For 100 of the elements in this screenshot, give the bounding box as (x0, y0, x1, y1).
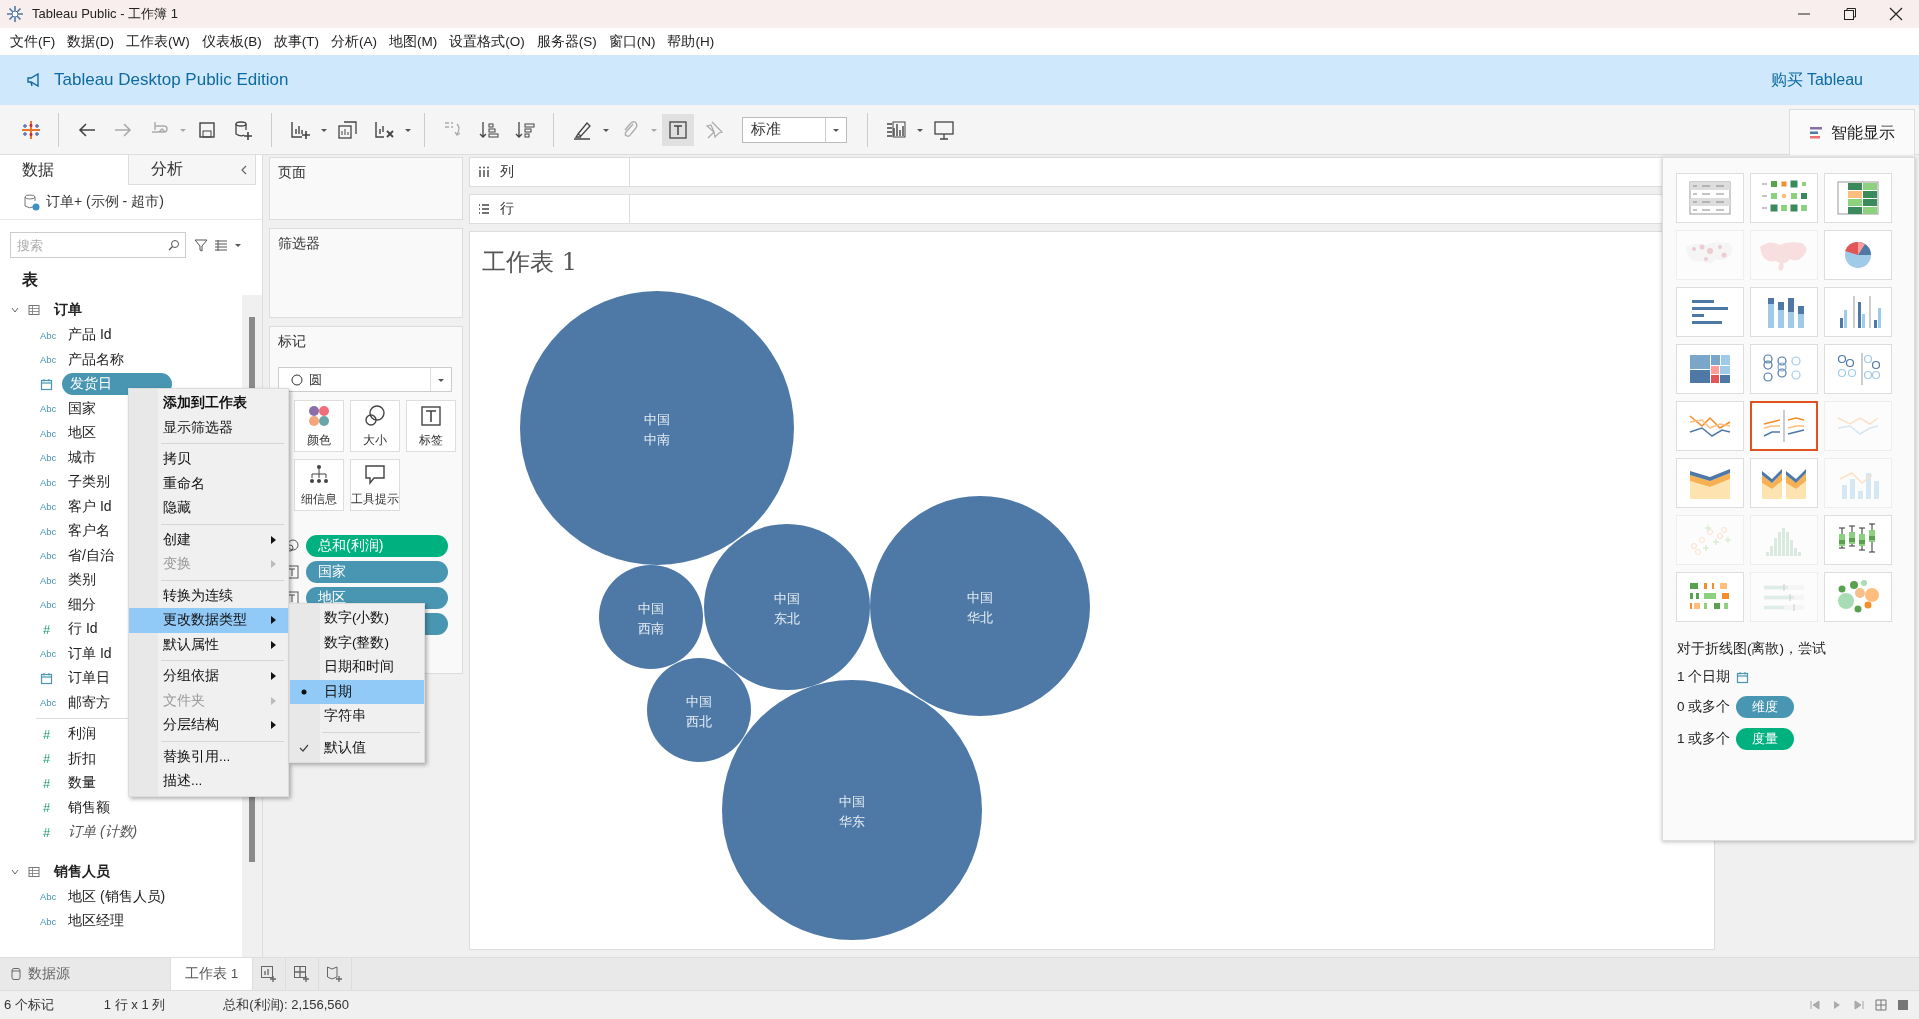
buy-link[interactable]: 购买 Tableau (1770, 69, 1899, 91)
filter-icon[interactable] (194, 238, 208, 252)
mark-property-button[interactable]: 大小 (350, 400, 400, 452)
chart-type-button[interactable] (1750, 401, 1818, 451)
menu-item[interactable]: 创建 (129, 527, 288, 552)
field-type-icon: # (43, 621, 51, 637)
sheet-tab[interactable]: 工作表 1 (171, 958, 254, 990)
pane-tab[interactable]: 分析 (128, 155, 256, 185)
menu-item[interactable]: 日期和时间 (290, 655, 424, 680)
field-item[interactable]: 销售额 (68, 798, 110, 817)
menu-item[interactable]: 字符串 (290, 704, 424, 729)
field-item[interactable]: 订单日 (68, 669, 110, 688)
menu-item[interactable]: 文件(F) (4, 32, 62, 51)
menu-item[interactable]: 默认值 (290, 735, 424, 760)
show-labels-button[interactable] (662, 113, 694, 146)
field-item[interactable]: 地区 (销售人员) (68, 887, 166, 906)
field-item[interactable]: 折扣 (68, 749, 96, 768)
menu-item[interactable]: 拷贝 (129, 447, 288, 472)
field-item[interactable]: 省/自治 (68, 546, 114, 565)
new-dashboard-icon[interactable] (293, 965, 312, 983)
grid-view-icon[interactable] (1875, 999, 1887, 1011)
mark-type-dropdown[interactable]: 圆 (278, 367, 452, 392)
submenu-arrow-icon (271, 616, 276, 624)
menu-item[interactable]: 服务器(S) (530, 32, 603, 51)
search-field[interactable]: 搜索 (10, 232, 186, 258)
filmstrip-icon[interactable] (1897, 999, 1909, 1011)
field-item[interactable]: 订单 Id (68, 644, 112, 663)
bubble[interactable] (647, 658, 751, 762)
menu-item[interactable]: 数字(整数) (290, 630, 424, 655)
field-item[interactable]: 类别 (68, 571, 96, 590)
restore-icon[interactable] (1843, 7, 1857, 21)
submenu-arrow-icon (271, 560, 276, 568)
field-item[interactable]: 利润 (68, 725, 96, 744)
bubble[interactable] (870, 496, 1090, 716)
menu-item[interactable]: 转换为连续 (129, 583, 288, 608)
table-name[interactable]: 销售人员 (54, 862, 110, 881)
fit-dropdown[interactable]: 标准 (742, 116, 847, 143)
field-item[interactable]: 产品 Id (68, 326, 112, 345)
field-type-icon: # (43, 824, 51, 840)
field-item[interactable]: 产品名称 (68, 350, 124, 369)
table-icon (28, 865, 40, 878)
shelf-title: 行 (500, 200, 514, 218)
new-worksheet-icon[interactable] (260, 965, 279, 983)
field-item[interactable]: 子类别 (68, 473, 110, 492)
menu-item[interactable]: 设置格式(O) (443, 32, 531, 51)
field-item[interactable]: 客户 Id (68, 497, 112, 516)
mark-property-button[interactable]: 细信息 (294, 459, 344, 511)
field-item[interactable]: 数量 (68, 774, 96, 793)
mark-property-button[interactable]: 颜色 (294, 400, 344, 452)
menu-item[interactable]: 描述... (129, 769, 288, 794)
menu-item[interactable]: 窗口(N) (602, 32, 662, 51)
menu-item[interactable]: 分层结构 (129, 713, 288, 738)
field-item[interactable]: 行 Id (68, 620, 98, 639)
show-me-tab[interactable]: 智能显示 (1789, 109, 1915, 156)
chevron-down-icon[interactable] (10, 305, 20, 315)
field-item[interactable]: 细分 (68, 595, 96, 614)
status-text: 总和(利润): 2,156,560 (223, 996, 349, 1014)
menu-item[interactable]: 默认属性 (129, 632, 288, 657)
list-view-icon[interactable] (214, 238, 228, 252)
card-title: 标记 (277, 332, 307, 351)
field-pill[interactable] (424, 613, 448, 635)
chart-bars-icon (1809, 126, 1823, 140)
mark-property-button[interactable]: 工具提示 (350, 459, 400, 511)
field-item[interactable]: 地区 (68, 424, 96, 443)
menu-item[interactable]: 显示筛选器 (129, 415, 288, 440)
bubble[interactable] (704, 524, 870, 690)
data-source-name[interactable]: 订单+ (示例 - 超市) (46, 193, 164, 211)
submenu-arrow-icon (271, 535, 276, 544)
field-type-icon: # (43, 800, 51, 816)
close-icon[interactable] (1889, 7, 1903, 21)
bubble[interactable] (722, 680, 982, 940)
menu-item[interactable]: 更改数据类型 (129, 608, 288, 633)
menu-item[interactable]: 帮助(H) (661, 32, 721, 51)
bubble[interactable] (520, 291, 794, 565)
menu-item[interactable]: 替换引用... (129, 744, 288, 769)
field-item[interactable]: 城市 (68, 448, 96, 467)
field-item[interactable]: 地区经理 (68, 912, 124, 931)
table-name[interactable]: 订单 (54, 301, 82, 319)
calendar-icon (40, 671, 53, 685)
menu-item[interactable]: 故事(T) (267, 32, 325, 51)
menu-item[interactable]: 地图(M) (383, 32, 444, 51)
menu-item[interactable]: 数字(小数) (290, 606, 424, 631)
menu-item[interactable]: 日期 (290, 679, 424, 704)
menu-item[interactable]: 分析(A) (325, 32, 383, 51)
field-item[interactable]: 订单 (计数) (68, 823, 138, 842)
field-item[interactable]: 国家 (68, 399, 96, 418)
field-item[interactable]: 邮寄方 (68, 693, 110, 712)
menu-item[interactable]: 隐藏 (129, 496, 288, 521)
collapse-icon[interactable] (239, 163, 249, 176)
menu-item[interactable]: 数据(D) (61, 32, 120, 51)
new-story-icon[interactable] (326, 965, 345, 983)
field-item[interactable]: 客户名 (68, 522, 110, 541)
menu-item[interactable]: 分组依据 (129, 664, 288, 689)
bubble[interactable] (599, 565, 703, 669)
bubble-label: 中国 西北 (686, 694, 712, 729)
mark-property-button[interactable]: 标签 (406, 400, 456, 452)
menu-item[interactable]: 工作表(W) (120, 32, 196, 51)
menu-item[interactable]: 仪表板(B) (195, 32, 268, 51)
field-type-icon: Abc (40, 648, 57, 660)
menu-item[interactable]: 重命名 (129, 471, 288, 496)
